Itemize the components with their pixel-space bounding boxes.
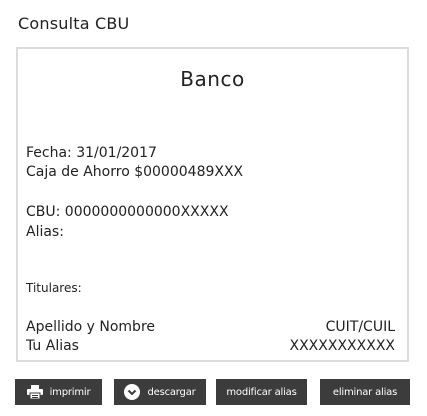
cbu-text: CBU: 0000000000000XXXXX: [26, 204, 229, 220]
column-nombre: Apellido y Nombre: [26, 319, 156, 335]
modify-alias-button[interactable]: modificar alias: [216, 379, 307, 405]
delete-alias-button[interactable]: eliminar alias: [320, 379, 410, 405]
alias-text: Alias:: [26, 224, 64, 240]
print-label: imprimir: [49, 386, 91, 398]
page-title: Consulta CBU: [18, 14, 130, 33]
titular-cuit: XXXXXXXXXXX: [289, 338, 396, 354]
printer-icon: [26, 385, 43, 399]
column-cuit: CUIT/CUIL: [325, 319, 395, 335]
fecha-text: Fecha: 31/01/2017: [26, 145, 157, 161]
titular-alias: Tu Alias: [26, 338, 79, 354]
titulares-label: Titulares:: [26, 281, 82, 295]
bank-name: Banco: [180, 67, 245, 91]
download-label: descargar: [147, 386, 196, 398]
download-circle-icon: [124, 384, 141, 400]
cuenta-text: Caja de Ahorro $00000489XXX: [26, 164, 244, 180]
cbu-card: Banco Fecha: 31/01/2017 Caja de Ahorro $…: [16, 47, 409, 362]
download-button[interactable]: descargar: [114, 379, 206, 405]
print-button[interactable]: imprimir: [15, 379, 102, 405]
